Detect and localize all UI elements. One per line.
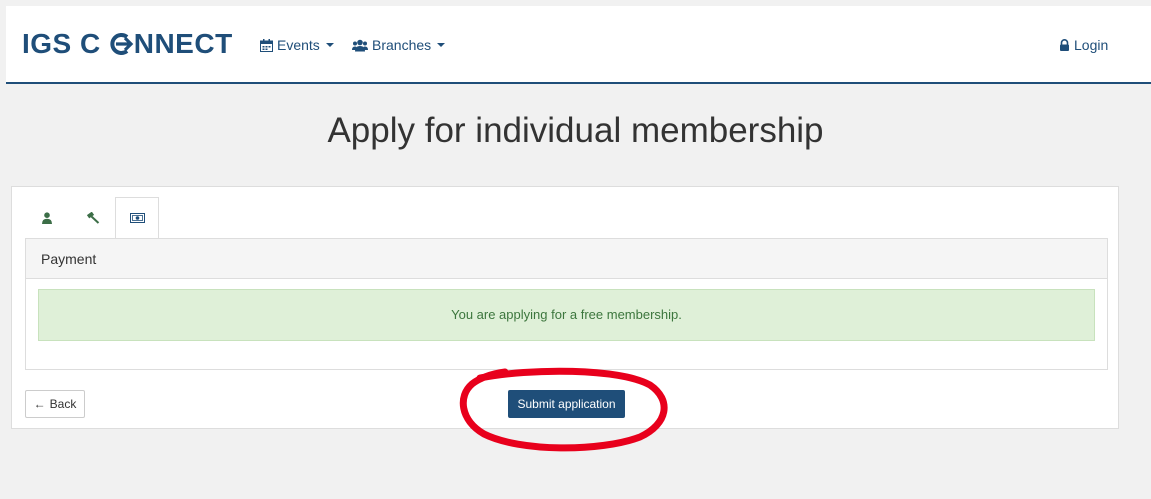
free-membership-alert: You are applying for a free membership.	[38, 289, 1095, 341]
application-panel: Payment You are applying for a free memb…	[11, 186, 1119, 429]
tab-legal[interactable]	[71, 197, 115, 239]
payment-heading: Payment	[26, 239, 1107, 279]
tab-personal[interactable]	[25, 197, 69, 239]
arrow-left-icon: ←	[33, 397, 46, 411]
navbar: IGS C NNECT Events Branches Login	[6, 6, 1151, 84]
back-button-label: Back	[49, 397, 77, 411]
users-icon	[352, 39, 368, 51]
nav-login-label: Login	[1074, 37, 1109, 53]
nav-login[interactable]: Login	[1059, 37, 1108, 53]
payment-panel: Payment You are applying for a free memb…	[25, 238, 1108, 370]
user-icon	[42, 212, 52, 224]
nav-branches[interactable]: Branches	[352, 37, 446, 53]
gavel-icon	[86, 212, 100, 224]
submit-button-label: Submit application	[517, 397, 616, 411]
lock-icon	[1060, 39, 1069, 51]
chevron-down-icon	[437, 43, 446, 47]
tab-payment[interactable]	[115, 197, 159, 239]
brand-arrow-c-icon	[110, 33, 133, 55]
chevron-down-icon	[325, 43, 334, 47]
nav-events[interactable]: Events	[260, 37, 334, 53]
money-icon	[129, 213, 145, 223]
calendar-icon	[260, 38, 273, 52]
brand-text-end: NNECT	[133, 28, 233, 59]
nav-branches-label: Branches	[372, 37, 432, 53]
back-button[interactable]: ← Back	[25, 390, 85, 418]
nav-events-label: Events	[277, 37, 320, 53]
brand-logo[interactable]: IGS C NNECT	[22, 28, 233, 60]
brand-text-start: IGS C	[22, 28, 101, 59]
page-title: Apply for individual membership	[327, 111, 824, 150]
submit-application-button[interactable]: Submit application	[508, 390, 625, 418]
